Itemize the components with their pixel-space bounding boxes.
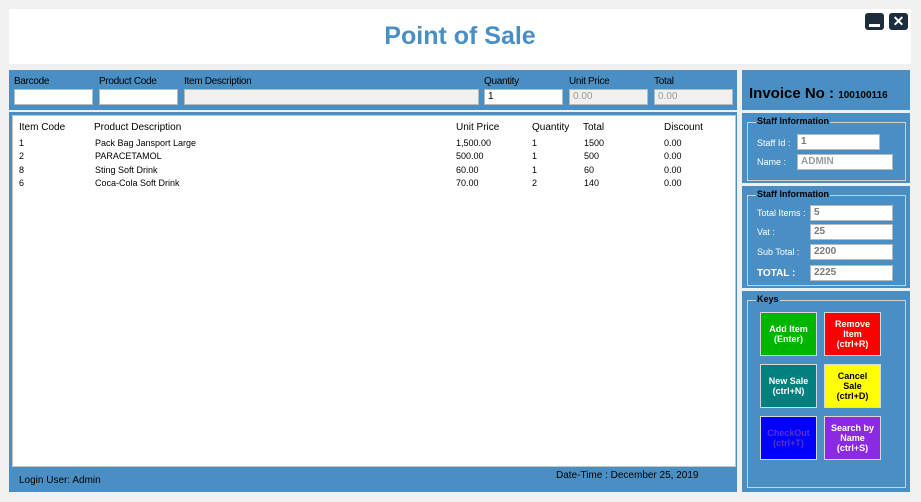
- staff-group-title: Staff Information: [756, 116, 830, 126]
- cell-discount: 0.00: [664, 138, 682, 148]
- grand-total-input[interactable]: 2225: [810, 265, 893, 281]
- staff-panel: Staff Information Staff Id : 1 Name : AD…: [742, 113, 910, 183]
- column-header[interactable]: Unit Price: [456, 122, 499, 133]
- cell-total: 500: [584, 151, 600, 161]
- cell-unit-price: 500.00: [456, 151, 484, 161]
- total-input[interactable]: 0.00: [654, 89, 733, 105]
- cell-discount: 0.00: [664, 151, 682, 161]
- cell-product-description: PARACETAMOL: [95, 151, 162, 161]
- cell-item-code: 2: [19, 151, 25, 161]
- subtotal-input[interactable]: 2200: [810, 244, 893, 260]
- search-by-name-button[interactable]: Search by Name (ctrl+S): [824, 416, 881, 460]
- total-label: Total: [654, 76, 674, 87]
- login-user-status: Login User: Admin: [19, 475, 101, 486]
- grand-total-label: TOTAL :: [757, 268, 796, 279]
- cell-product-description: Sting Soft Drink: [95, 165, 158, 175]
- minimize-button[interactable]: [865, 13, 884, 30]
- items-table[interactable]: Item Code Product Description Unit Price…: [12, 115, 736, 467]
- table-row[interactable]: 6 Coca-Cola Soft Drink 70.00 2 140 0.00: [13, 178, 735, 191]
- new-sale-button[interactable]: New Sale (ctrl+N): [760, 364, 817, 408]
- table-row[interactable]: 8 Sting Soft Drink 60.00 1 60 0.00: [13, 165, 735, 178]
- table-row[interactable]: 1 Pack Bag Jansport Large 1,500.00 1 150…: [13, 138, 735, 151]
- page-title: Point of Sale: [384, 22, 536, 50]
- table-row[interactable]: 2 PARACETAMOL 500.00 1 500 0.00: [13, 151, 735, 164]
- cell-discount: 0.00: [664, 178, 682, 188]
- cell-quantity: 2: [532, 178, 538, 188]
- staff-id-input[interactable]: 1: [797, 134, 880, 150]
- column-header[interactable]: Quantity: [532, 122, 569, 133]
- add-item-button[interactable]: Add Item (Enter): [760, 312, 817, 356]
- cell-quantity: 1: [532, 151, 538, 161]
- close-icon: ✕: [892, 13, 905, 29]
- cell-discount: 0.00: [664, 165, 682, 175]
- staff-group: Staff Information: [747, 116, 906, 181]
- barcode-input[interactable]: [14, 89, 93, 105]
- cell-quantity: 1: [532, 165, 538, 175]
- cell-unit-price: 1,500.00: [456, 138, 492, 148]
- item-description-label: Item Description: [184, 76, 252, 87]
- minimize-icon: [869, 24, 880, 27]
- remove-item-button[interactable]: Remove Item (ctrl+R): [824, 312, 881, 356]
- column-header[interactable]: Discount: [664, 122, 703, 133]
- keys-panel: Keys Add Item (Enter) Remove Item (ctrl+…: [742, 291, 910, 492]
- keys-group-title: Keys: [756, 294, 780, 304]
- invoice-label: Invoice No :: [749, 85, 835, 102]
- product-code-input[interactable]: [99, 89, 178, 105]
- quantity-label: Quantity: [484, 76, 519, 87]
- unit-price-label: Unit Price: [569, 76, 610, 87]
- datetime-status: Date-Time : December 25, 2019: [556, 470, 699, 481]
- totals-group-title: Staff Information: [756, 189, 830, 199]
- close-button[interactable]: ✕: [889, 13, 908, 30]
- cell-item-code: 1: [19, 138, 25, 148]
- staff-name-label: Name :: [757, 157, 787, 167]
- totals-panel: Staff Information Total Items : 5 Vat : …: [742, 186, 910, 288]
- total-items-input[interactable]: 5: [810, 205, 893, 221]
- cancel-sale-button[interactable]: Cancel Sale (ctrl+D): [824, 364, 881, 408]
- column-header[interactable]: Product Description: [94, 122, 181, 133]
- vat-label: Vat :: [757, 227, 775, 237]
- cell-unit-price: 70.00: [456, 178, 479, 188]
- subtotal-label: Sub Total :: [757, 247, 800, 257]
- vat-input[interactable]: 25: [810, 224, 893, 240]
- title-bar: Point of Sale: [9, 9, 911, 64]
- staff-id-label: Staff Id :: [757, 138, 791, 148]
- cell-quantity: 1: [532, 138, 538, 148]
- cell-total: 60: [584, 165, 595, 175]
- column-header[interactable]: Item Code: [19, 122, 65, 133]
- cell-product-description: Coca-Cola Soft Drink: [95, 178, 180, 188]
- cell-product-description: Pack Bag Jansport Large: [95, 138, 197, 148]
- item-description-input[interactable]: [184, 89, 479, 105]
- cell-item-code: 6: [19, 178, 25, 188]
- cell-total: 1500: [584, 138, 605, 148]
- column-header[interactable]: Total: [583, 122, 604, 133]
- staff-name-input[interactable]: ADMIN: [797, 154, 893, 170]
- checkout-button[interactable]: CheckOut (ctrl+T): [760, 416, 817, 460]
- quantity-input[interactable]: 1: [484, 89, 563, 105]
- invoice-panel: Invoice No : 100100116: [742, 70, 910, 110]
- invoice-value: 100100116: [838, 90, 888, 101]
- cell-item-code: 8: [19, 165, 25, 175]
- unit-price-input[interactable]: 0.00: [569, 89, 648, 105]
- product-code-label: Product Code: [99, 76, 157, 87]
- invoice-number: Invoice No : 100100116: [749, 85, 888, 102]
- cell-unit-price: 60.00: [456, 165, 479, 175]
- barcode-label: Barcode: [14, 76, 50, 87]
- cell-total: 140: [584, 178, 600, 188]
- total-items-label: Total Items :: [757, 208, 806, 218]
